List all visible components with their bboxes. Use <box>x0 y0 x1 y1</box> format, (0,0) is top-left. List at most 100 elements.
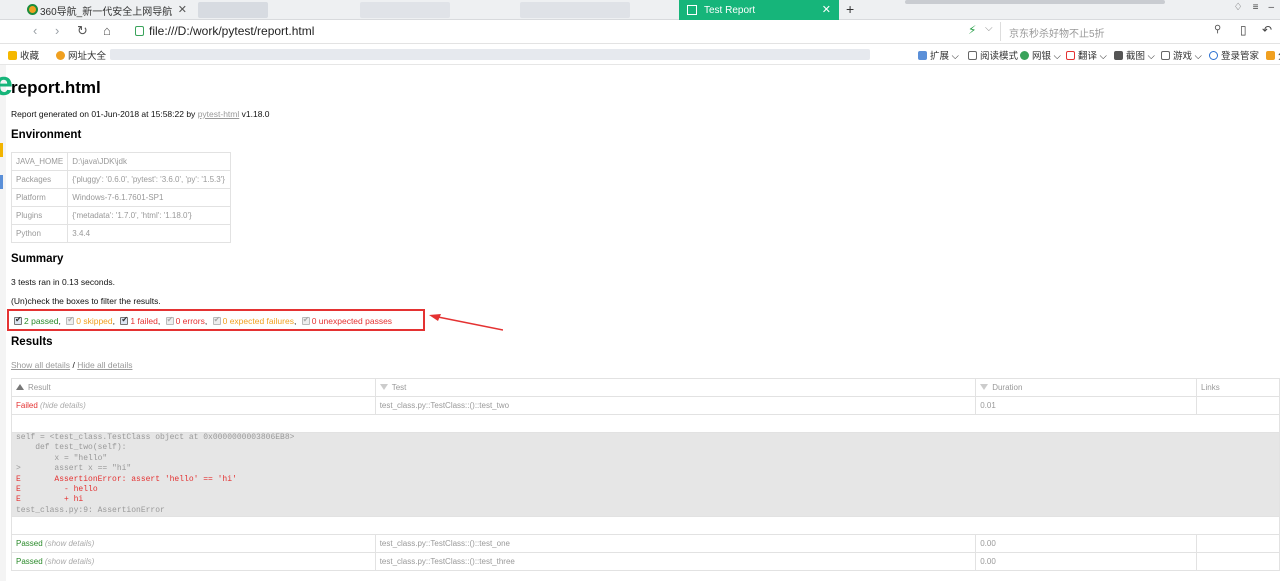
toggle-details[interactable]: (show details) <box>45 539 94 548</box>
globe-icon <box>687 5 697 15</box>
blurred-banner <box>905 0 1165 4</box>
url-field[interactable]: file:///D:/work/pytest/report.html <box>135 24 314 38</box>
column-links: Links <box>1196 378 1280 397</box>
checkbox-failed[interactable] <box>120 315 129 325</box>
tab-title: Test Report <box>704 4 756 16</box>
checkbox-errors[interactable] <box>165 315 174 325</box>
tab-360-nav[interactable]: 360导航_新一代安全上网导航 ✕ <box>0 0 195 20</box>
tab-strip: 360导航_新一代安全上网导航 ✕ Test Report ✕ + ♢ ≡ – <box>0 0 1280 20</box>
filter-passed[interactable]: 2 passed, <box>14 315 61 326</box>
address-bar: ‹ › ↻ ⌂ file:///D:/work/pytest/report.ht… <box>0 20 1280 44</box>
checkbox-expected-failures[interactable] <box>212 315 221 325</box>
home-icon[interactable]: ⌂ <box>103 23 111 38</box>
sort-desc-icon <box>379 384 388 390</box>
360-favicon-icon <box>27 4 38 15</box>
bookmark-login-manager[interactable]: 登录管家 <box>1209 48 1259 62</box>
reload-icon[interactable]: ↻ <box>77 23 88 39</box>
search-input[interactable]: 京东秒杀好物不止5折 <box>1000 22 1232 41</box>
test-name: test_class.py::TestClass::()::test_one <box>374 534 977 554</box>
links <box>1196 396 1280 415</box>
column-result[interactable]: Result <box>11 378 376 397</box>
bookmark-label: 收藏 <box>20 51 40 62</box>
bookmark-label: 游戏 <box>1173 51 1193 62</box>
column-label: Duration <box>992 383 1023 392</box>
log-row: self = <test_class.TestClass object at 0… <box>11 431 1280 518</box>
bookmark-extensions[interactable]: 扩展 ⌵ <box>918 48 959 62</box>
environment-row: JAVA_HOME D:\java\JDK\jdk <box>10 152 232 171</box>
checkbox-skipped[interactable] <box>66 315 75 325</box>
bookmark-screenshot[interactable]: 截图 ⌵ <box>1114 48 1155 62</box>
environment-row: Platform Windows-7-6.1.7601-SP1 <box>10 188 232 207</box>
bookmark-share[interactable]: 分 <box>1266 48 1280 62</box>
column-duration[interactable]: Duration <box>975 378 1198 397</box>
back-icon[interactable]: ‹ <box>33 23 37 38</box>
close-tab-icon[interactable]: ✕ <box>822 3 831 16</box>
filter-errors[interactable]: 0 errors, <box>165 315 207 326</box>
filter-unexpected-passes[interactable]: 0 unexpected passes <box>301 315 392 326</box>
bookmark-favorites[interactable]: 收藏 <box>8 48 39 62</box>
translate-icon <box>1066 51 1075 60</box>
annotation-arrow <box>429 314 503 331</box>
filter-label: 2 passed <box>24 316 59 326</box>
spacer-row <box>11 414 1280 433</box>
blurred-tab[interactable] <box>520 2 630 18</box>
blurred-tab[interactable] <box>198 2 268 18</box>
close-tab-icon[interactable]: ✕ <box>178 3 187 16</box>
new-tab-button[interactable]: + <box>846 1 854 17</box>
environment-heading: Environment <box>11 129 82 141</box>
side-panel: e <box>0 65 13 581</box>
show-all-details-link[interactable]: Show all details <box>11 360 70 370</box>
chevron-down-icon[interactable]: ⌵ <box>985 23 993 34</box>
filter-separator: , <box>157 316 161 326</box>
lightning-icon[interactable]: ⚡ <box>968 23 976 37</box>
url-text: file:///D:/work/pytest/report.html <box>149 24 315 38</box>
results-header-row: Result Test Duration Links <box>11 378 1280 397</box>
filter-separator: , <box>58 316 61 326</box>
bookmark-games[interactable]: 游戏 ⌵ <box>1161 48 1202 62</box>
filter-skipped[interactable]: 0 skipped, <box>66 315 115 326</box>
summary-heading: Summary <box>11 253 64 265</box>
forward-icon[interactable]: › <box>55 23 59 38</box>
bookmark-label: 翻译 <box>1078 51 1098 62</box>
share-icon <box>1266 51 1275 60</box>
toggle-details[interactable]: (hide details) <box>40 401 86 410</box>
tab-test-report[interactable]: Test Report ✕ <box>679 0 839 20</box>
checkbox-passed[interactable] <box>14 315 22 325</box>
search-icon[interactable]: ⚲ <box>1214 24 1221 35</box>
links <box>1196 534 1280 554</box>
filter-failed[interactable]: 1 failed, <box>120 315 161 326</box>
blurred-tab[interactable] <box>360 2 450 18</box>
bookmark-translate[interactable]: 翻译 ⌵ <box>1066 48 1107 62</box>
menu-icon[interactable]: ≡ <box>1253 2 1259 13</box>
env-value: {'pluggy': '0.6.0', 'pytest': '3.6.0', '… <box>67 170 232 189</box>
column-test[interactable]: Test <box>374 378 977 397</box>
checkbox-unexpected-passes[interactable] <box>301 315 310 325</box>
phone-icon[interactable]: ▯ <box>1240 23 1247 37</box>
table-row[interactable]: Passed (show details) test_class.py::Tes… <box>11 534 1280 554</box>
sort-desc-icon <box>980 384 989 390</box>
result-cell: Passed (show details) <box>11 552 376 572</box>
shirt-icon[interactable]: ♢ <box>1234 2 1243 13</box>
table-row[interactable]: Failed (hide details) test_class.py::Tes… <box>11 396 1280 415</box>
filter-label: 0 skipped <box>76 316 113 326</box>
env-value: Windows-7-6.1.7601-SP1 <box>67 188 232 207</box>
filter-label: 0 errors <box>175 316 205 326</box>
spacer-cell <box>11 414 1280 433</box>
link-separator: / <box>72 360 75 370</box>
table-row[interactable]: Passed (show details) test_class.py::Tes… <box>11 552 1280 572</box>
undo-icon[interactable]: ↶ <box>1262 23 1272 37</box>
spacer-cell <box>11 516 1280 536</box>
pytest-html-link[interactable]: pytest-html <box>198 109 240 119</box>
toggle-details[interactable]: (show details) <box>45 557 94 566</box>
bookmark-bank[interactable]: 网银 ⌵ <box>1020 48 1061 62</box>
filter-expected-failures[interactable]: 0 expected failures, <box>212 315 296 326</box>
duration: 0.00 <box>975 534 1198 554</box>
side-marker <box>0 175 3 189</box>
summary-text: 3 tests ran in 0.13 seconds. <box>11 277 115 287</box>
bookmark-reader-mode[interactable]: 阅读模式 <box>968 48 1018 62</box>
minimize-icon[interactable]: – <box>1268 2 1274 13</box>
env-key: JAVA_HOME <box>10 152 69 171</box>
hide-all-details-link[interactable]: Hide all details <box>77 360 132 370</box>
bookmark-url-list[interactable]: 网址大全 <box>56 48 106 62</box>
star-icon <box>8 51 17 60</box>
